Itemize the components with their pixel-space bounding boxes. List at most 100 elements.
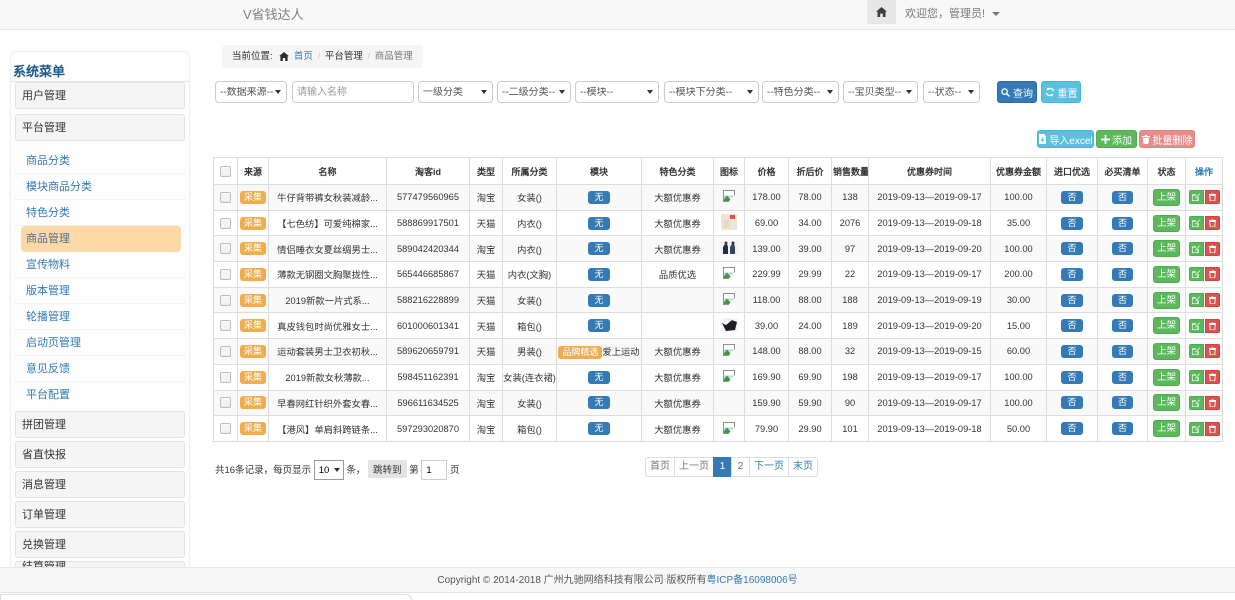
sidebar-menu-2[interactable]: 拼团管理 xyxy=(15,411,185,438)
row-checkbox[interactable] xyxy=(220,423,231,434)
delete-button[interactable] xyxy=(1205,344,1220,358)
column-header-必买清单: 必买清单 xyxy=(1098,158,1148,185)
sidebar-link-模块商品分类[interactable]: 模块商品分类 xyxy=(15,174,185,200)
jump-page-input[interactable] xyxy=(421,460,447,480)
row-checkbox[interactable] xyxy=(220,218,231,229)
user-dropdown[interactable]: 欢迎您，管理员! xyxy=(905,0,1000,29)
status-button[interactable]: 上架 xyxy=(1153,215,1180,232)
edit-button[interactable] xyxy=(1189,344,1204,358)
delete-button[interactable] xyxy=(1205,190,1220,204)
delete-button[interactable] xyxy=(1205,396,1220,410)
edit-button[interactable] xyxy=(1189,422,1204,436)
status-button[interactable]: 上架 xyxy=(1153,189,1180,206)
delete-button[interactable] xyxy=(1205,319,1220,333)
pager-上一页[interactable]: 上一页 xyxy=(674,457,714,477)
pager-首页[interactable]: 首页 xyxy=(645,457,675,477)
status-select[interactable]: --状态-- xyxy=(923,81,980,103)
data-source-select[interactable]: --数据来源-- xyxy=(215,81,287,103)
delete-button[interactable] xyxy=(1205,370,1220,384)
pager-末页[interactable]: 末页 xyxy=(788,457,818,477)
delete-button[interactable] xyxy=(1205,293,1220,307)
batch-delete-button[interactable]: 批量删除 xyxy=(1139,130,1195,148)
status-cell: 上架 xyxy=(1148,185,1186,211)
sidebar-menu-4[interactable]: 消息管理 xyxy=(15,471,185,498)
row-checkbox[interactable] xyxy=(220,346,231,357)
sidebar-link-平台配置[interactable]: 平台配置 xyxy=(15,382,185,408)
pager-2[interactable]: 2 xyxy=(731,457,750,477)
record-count-text: 共16条记录，每页显示 xyxy=(215,465,311,476)
status-button[interactable]: 上架 xyxy=(1153,369,1180,386)
sidebar-link-宣传物料[interactable]: 宣传物料 xyxy=(15,252,185,278)
sidebar-menu-6[interactable]: 兑换管理 xyxy=(15,531,185,558)
add-button[interactable]: 添加 xyxy=(1096,130,1137,148)
module-sub-select[interactable]: --模块下分类-- xyxy=(664,81,759,103)
breadcrumb-home-link[interactable]: 首页 xyxy=(294,51,313,62)
column-header-操作: 操作 xyxy=(1186,158,1223,185)
item-type-select[interactable]: --宝贝类型-- xyxy=(843,81,918,103)
category2-select[interactable]: --二级分类-- xyxy=(497,81,571,103)
trash-icon xyxy=(1209,425,1216,433)
sidebar-link-轮播管理[interactable]: 轮播管理 xyxy=(15,304,185,330)
row-checkbox[interactable] xyxy=(220,320,231,331)
row-checkbox[interactable] xyxy=(220,192,231,203)
select-all-checkbox[interactable] xyxy=(220,166,231,177)
reset-button[interactable]: 重置 xyxy=(1041,81,1081,103)
sidebar-link-商品管理[interactable]: 商品管理 xyxy=(21,226,181,252)
imported-badge: 否 xyxy=(1061,268,1082,281)
sidebar-menu-3[interactable]: 省直快报 xyxy=(15,441,185,468)
sidebar-link-意见反馈[interactable]: 意见反馈 xyxy=(15,356,185,382)
operation-cell xyxy=(1186,364,1223,390)
delete-button[interactable] xyxy=(1205,422,1220,436)
sidebar-link-版本管理[interactable]: 版本管理 xyxy=(15,278,185,304)
add-button-label: 添加 xyxy=(1112,132,1132,147)
sidebar-link-启动页管理[interactable]: 启动页管理 xyxy=(15,330,185,356)
sidebar-menu-1[interactable]: 平台管理 xyxy=(15,114,185,141)
edit-button[interactable] xyxy=(1189,396,1204,410)
import-excel-button[interactable]: 导入excel xyxy=(1037,130,1094,148)
status-button[interactable]: 上架 xyxy=(1153,394,1180,411)
pager-1[interactable]: 1 xyxy=(713,457,732,477)
sidebar-menu-group: 兑换管理 xyxy=(15,531,185,558)
jump-button[interactable]: 跳转到 xyxy=(368,460,407,478)
edit-button[interactable] xyxy=(1189,293,1204,307)
status-button[interactable]: 上架 xyxy=(1153,420,1180,437)
table-row: 采集2019新款一片式系...588216228899天猫女装()无118.00… xyxy=(214,287,1223,313)
pager-下一页[interactable]: 下一页 xyxy=(749,457,789,477)
icp-link[interactable]: 粤ICP备16098006号 xyxy=(706,575,797,586)
edit-button[interactable] xyxy=(1189,267,1204,281)
must-buy-badge: 否 xyxy=(1112,345,1133,358)
edit-button[interactable] xyxy=(1189,242,1204,256)
row-checkbox[interactable] xyxy=(220,243,231,254)
delete-button[interactable] xyxy=(1205,242,1220,256)
sidebar-menu-0[interactable]: 用户管理 xyxy=(15,82,185,109)
category1-select[interactable]: 一级分类 xyxy=(418,81,493,103)
search-button[interactable]: 查询 xyxy=(997,81,1037,103)
sidebar-link-特色分类[interactable]: 特色分类 xyxy=(15,200,185,226)
row-checkbox[interactable] xyxy=(220,295,231,306)
status-button[interactable]: 上架 xyxy=(1153,240,1180,257)
row-select-cell xyxy=(214,210,238,236)
home-nav-button[interactable] xyxy=(867,0,896,24)
delete-button[interactable] xyxy=(1205,267,1220,281)
coupon-amount-cell: 60.00 xyxy=(991,339,1047,365)
row-checkbox[interactable] xyxy=(220,269,231,280)
sidebar-menu-5[interactable]: 订单管理 xyxy=(15,501,185,528)
module-select[interactable]: --模块-- xyxy=(575,81,659,103)
sidebar-link-商品分类[interactable]: 商品分类 xyxy=(15,148,185,174)
row-checkbox[interactable] xyxy=(220,397,231,408)
row-checkbox[interactable] xyxy=(220,372,231,383)
broken-image-icon xyxy=(723,370,735,382)
delete-button[interactable] xyxy=(1205,216,1220,230)
feature-category-select[interactable]: --特色分类-- xyxy=(762,81,839,103)
status-button[interactable]: 上架 xyxy=(1153,292,1180,309)
status-button[interactable]: 上架 xyxy=(1153,343,1180,360)
edit-button[interactable] xyxy=(1189,319,1204,333)
imported-cell: 否 xyxy=(1047,262,1098,288)
name-search-input[interactable] xyxy=(292,81,414,103)
edit-button[interactable] xyxy=(1189,370,1204,384)
page-size-select[interactable]: 10 xyxy=(314,460,344,480)
edit-button[interactable] xyxy=(1189,216,1204,230)
status-button[interactable]: 上架 xyxy=(1153,266,1180,283)
status-button[interactable]: 上架 xyxy=(1153,317,1180,334)
edit-button[interactable] xyxy=(1189,190,1204,204)
